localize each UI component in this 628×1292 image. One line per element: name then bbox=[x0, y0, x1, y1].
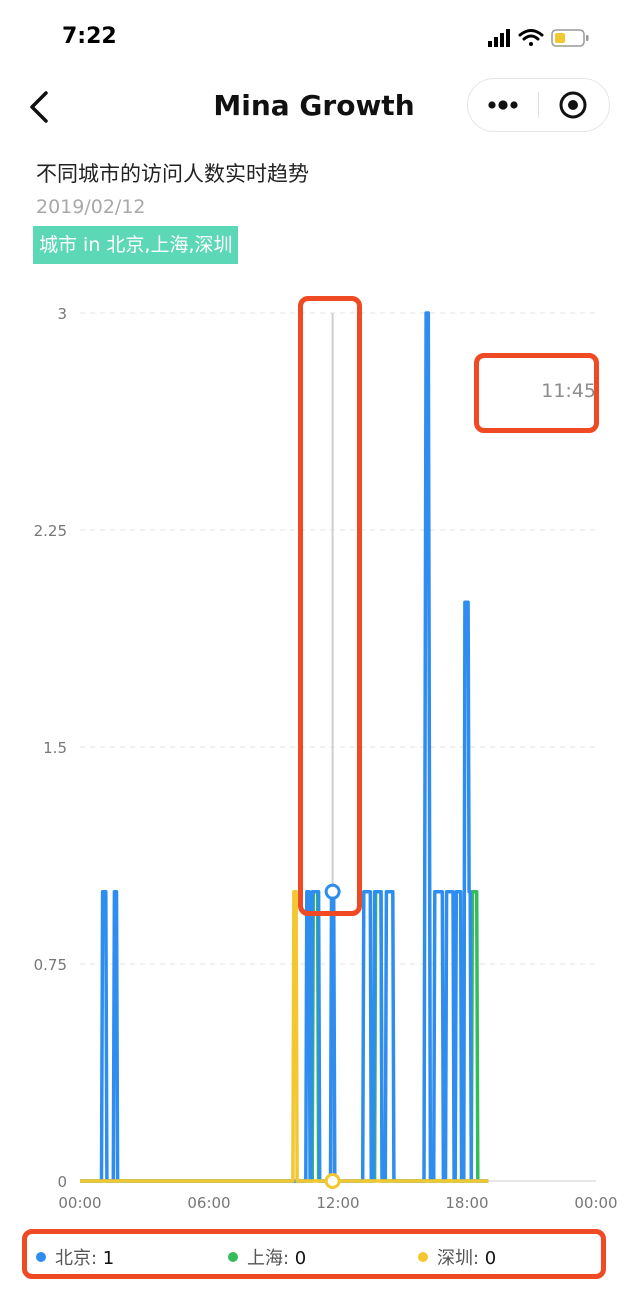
filter-tag[interactable]: 城市 in 北京,上海,深圳 bbox=[33, 226, 239, 264]
status-icons bbox=[488, 29, 589, 47]
series-line-shenzhen bbox=[80, 889, 489, 1183]
chart-date: 2019/02/12 bbox=[36, 196, 146, 218]
battery-icon bbox=[551, 29, 589, 47]
nav-bar: Mina Growth bbox=[0, 75, 628, 137]
legend-label-beijing: 北京 bbox=[55, 1248, 91, 1269]
legend: 北京: 1 上海: 0 深圳: 0 bbox=[22, 1229, 606, 1279]
tooltip-time: 11:45 bbox=[541, 380, 596, 402]
chart-title: 不同城市的访问人数实时趋势 bbox=[36, 162, 309, 186]
legend-dot-shanghai bbox=[228, 1252, 238, 1262]
crosshair-marker-shenzhen bbox=[324, 1173, 341, 1189]
y-tick-label: 3 bbox=[57, 305, 67, 323]
legend-value-shanghai: 0 bbox=[294, 1248, 307, 1269]
x-tick-label: 00:00 bbox=[574, 1194, 617, 1212]
close-miniprogram-button[interactable] bbox=[539, 79, 609, 131]
legend-label-shanghai: 上海 bbox=[247, 1248, 283, 1269]
legend-item-shanghai[interactable]: 上海: 0 bbox=[228, 1244, 306, 1270]
more-dots-icon bbox=[488, 100, 518, 110]
y-tick-label: 0 bbox=[57, 1173, 67, 1191]
status-bar: 7:22 bbox=[0, 0, 628, 75]
mini-program-capsule bbox=[467, 78, 610, 132]
legend-value-shenzhen: 0 bbox=[484, 1248, 497, 1269]
y-tick-label: 0.75 bbox=[34, 956, 67, 974]
x-tick-label: 18:00 bbox=[445, 1194, 488, 1212]
legend-item-beijing[interactable]: 北京: 1 bbox=[36, 1244, 114, 1270]
legend-value-beijing: 1 bbox=[102, 1248, 115, 1269]
cellular-signal-icon bbox=[488, 29, 510, 47]
wifi-icon bbox=[518, 29, 544, 46]
legend-dot-beijing bbox=[36, 1252, 46, 1262]
y-tick-label: 2.25 bbox=[34, 522, 67, 540]
target-close-icon bbox=[559, 91, 587, 119]
x-tick-label: 06:00 bbox=[187, 1194, 230, 1212]
more-button[interactable] bbox=[468, 79, 538, 131]
legend-label-shenzhen: 深圳 bbox=[437, 1248, 473, 1269]
legend-dot-shenzhen bbox=[418, 1252, 428, 1262]
y-tick-label: 1.5 bbox=[43, 739, 67, 757]
x-tick-label: 12:00 bbox=[316, 1194, 359, 1212]
legend-item-shenzhen[interactable]: 深圳: 0 bbox=[418, 1244, 496, 1270]
status-time: 7:22 bbox=[62, 24, 117, 49]
crosshair-highlight-box bbox=[298, 296, 362, 916]
x-tick-label: 00:00 bbox=[58, 1194, 101, 1212]
series-line-shanghai bbox=[80, 889, 489, 1183]
